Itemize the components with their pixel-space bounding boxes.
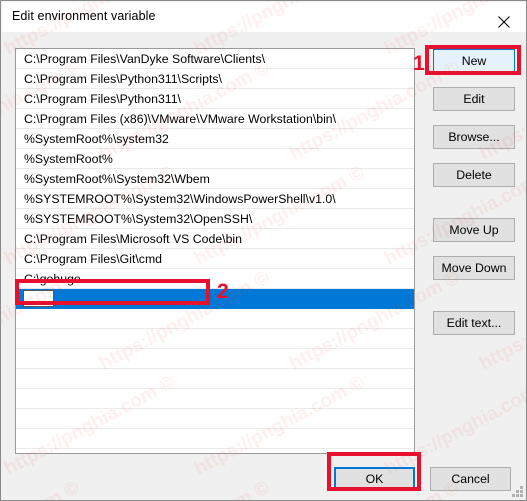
resize-grip-icon[interactable]: [512, 486, 524, 498]
cancel-button[interactable]: Cancel: [430, 467, 511, 491]
edit-text-button[interactable]: Edit text...: [433, 311, 515, 335]
new-path-input[interactable]: [23, 290, 54, 307]
path-list-item[interactable]: %SYSTEMROOT%\System32\OpenSSH\: [16, 209, 414, 229]
path-list-empty-row[interactable]: [16, 369, 414, 389]
path-list-item-selected[interactable]: [16, 289, 414, 309]
path-list-empty-row[interactable]: [16, 309, 414, 329]
new-button[interactable]: New: [433, 49, 515, 73]
path-list-item[interactable]: %SYSTEMROOT%\System32\WindowsPowerShell\…: [16, 189, 414, 209]
close-icon[interactable]: [481, 2, 526, 32]
path-list-item[interactable]: %SystemRoot%\System32\Wbem: [16, 169, 414, 189]
dialog-body: C:\Program Files\VanDyke Software\Client…: [2, 32, 526, 500]
browse-button[interactable]: Browse...: [433, 125, 515, 149]
path-list-empty-row[interactable]: [16, 389, 414, 409]
page-title: Edit environment variable: [12, 9, 156, 23]
path-list-item[interactable]: C:\gohugo: [16, 269, 414, 289]
edit-environment-variable-dialog: Edit environment variable C:\Program Fil…: [0, 0, 527, 501]
move-up-button[interactable]: Move Up: [433, 218, 515, 242]
delete-button[interactable]: Delete: [433, 163, 515, 187]
path-list-item[interactable]: %SystemRoot%\system32: [16, 129, 414, 149]
ok-button[interactable]: OK: [334, 467, 415, 491]
path-list-empty-row[interactable]: [16, 349, 414, 369]
path-list-item[interactable]: C:\Program Files\Python311\Scripts\: [16, 69, 414, 89]
path-listbox[interactable]: C:\Program Files\VanDyke Software\Client…: [15, 48, 415, 454]
path-list-empty-row[interactable]: [16, 409, 414, 429]
path-list-empty-row[interactable]: [16, 429, 414, 449]
path-list-item[interactable]: C:\Program Files\Git\cmd: [16, 249, 414, 269]
path-list-item[interactable]: C:\Program Files\VanDyke Software\Client…: [16, 49, 414, 69]
path-list-item[interactable]: %SystemRoot%: [16, 149, 414, 169]
title-bar: Edit environment variable: [2, 2, 526, 32]
path-list-item[interactable]: C:\Program Files\Python311\: [16, 89, 414, 109]
path-list-empty-row[interactable]: [16, 329, 414, 349]
move-down-button[interactable]: Move Down: [433, 256, 515, 280]
path-list-item[interactable]: C:\Program Files (x86)\VMware\VMware Wor…: [16, 109, 414, 129]
edit-button[interactable]: Edit: [433, 87, 515, 111]
path-list-item[interactable]: C:\Program Files\Microsoft VS Code\bin: [16, 229, 414, 249]
